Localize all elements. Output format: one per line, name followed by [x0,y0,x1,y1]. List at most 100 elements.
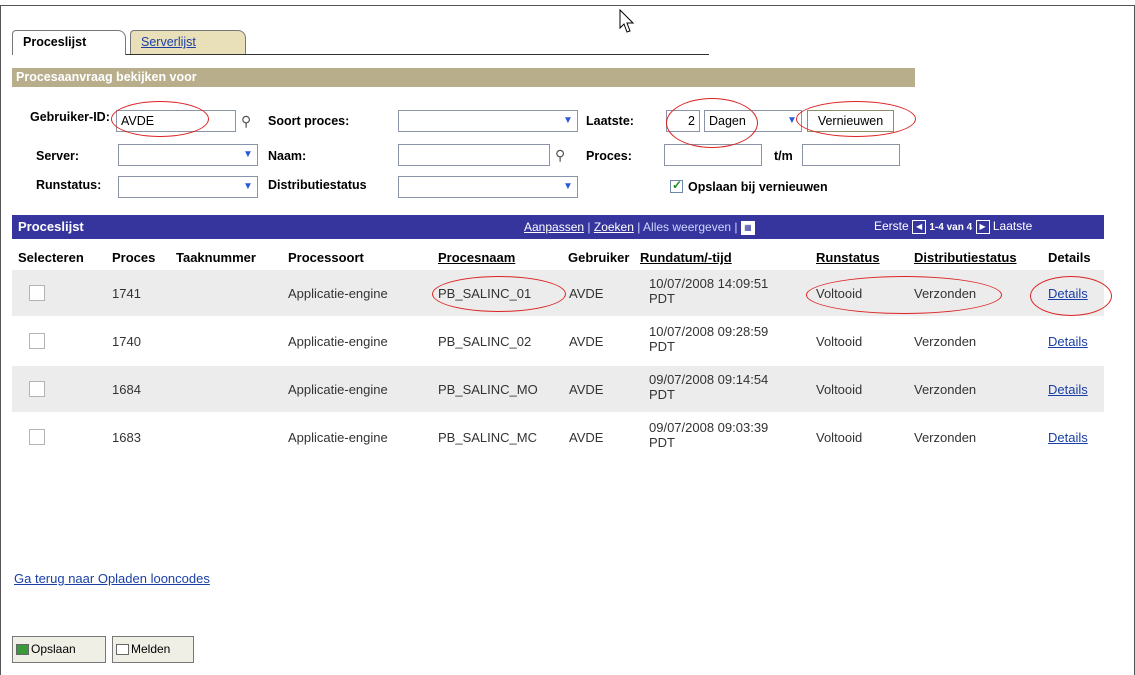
save-button[interactable]: Opslaan [12,636,106,663]
grid-header: Proceslijst Aanpassen | Zoeken | Alles w… [12,215,1104,239]
customize-link[interactable]: Aanpassen [524,220,584,234]
cell-diststatus: Verzonden [914,334,977,349]
process-to-input[interactable] [802,144,900,166]
col-process: Proces [112,250,156,265]
col-details: Details [1048,250,1091,265]
table-row: 1684 Applicatie-engine PB_SALINC_MO AVDE… [12,366,1104,412]
save-icon [16,644,29,656]
user-id-input[interactable]: AVDE [116,110,236,132]
cell-run-datetime: 09/07/2008 09:14:54 PDT [649,372,769,402]
save-label: Opslaan [31,642,76,656]
table-row: 1683 Applicatie-engine PB_SALINC_MC AVDE… [12,414,1104,460]
window-border-left [0,5,1,675]
row-select-checkbox[interactable] [29,333,45,349]
cell-run-datetime: 09/07/2008 09:03:39 PDT [649,420,769,450]
to-label: t/m [774,149,793,163]
details-link[interactable]: Details [1048,286,1088,301]
cell-process-name: PB_SALINC_01 [438,286,532,301]
diststatus-select[interactable]: ▼ [398,176,578,198]
save-on-refresh-checkbox[interactable] [670,178,683,193]
runstatus-label: Runstatus: [36,178,102,192]
server-label: Server: [36,149,80,163]
chevron-down-icon: ▼ [243,181,253,192]
cell-runstatus: Voltooid [816,286,863,301]
prev-page-icon[interactable]: ◀ [912,219,927,234]
row-select-checkbox[interactable] [29,429,45,445]
col-process-name[interactable]: Procesnaam [438,250,515,265]
cell-diststatus: Verzonden [914,382,977,397]
col-user: Gebruiker [568,250,630,265]
save-on-refresh-label: Opslaan bij vernieuwen [688,180,828,194]
cell-process-type: Applicatie-engine [288,382,388,397]
chevron-down-icon: ▼ [563,181,573,192]
cell-process: 1684 [112,382,141,397]
user-id-lookup-icon[interactable]: ⚲ [241,114,255,128]
cell-run-datetime: 10/07/2008 09:28:59 PDT [649,324,769,354]
cell-process-name: PB_SALINC_02 [438,334,532,349]
first-link[interactable]: Eerste [874,219,909,233]
spreadsheet-icon[interactable]: ▦ [740,220,755,235]
mouse-cursor-icon [619,9,635,33]
server-select[interactable]: ▼ [118,144,258,166]
col-diststatus[interactable]: Distributiestatus [914,250,1017,265]
details-link[interactable]: Details [1048,334,1088,349]
process-type-select[interactable]: ▼ [398,110,578,132]
chevron-down-icon: ▼ [787,115,797,126]
runstatus-select[interactable]: ▼ [118,176,258,198]
notify-label: Melden [131,642,171,656]
process-label: Proces: [586,149,632,163]
notify-button[interactable]: Melden [112,636,194,663]
cell-diststatus: Verzonden [914,286,977,301]
notify-icon [116,644,129,656]
chevron-down-icon: ▼ [243,149,253,160]
details-link[interactable]: Details [1048,430,1088,445]
details-link[interactable]: Details [1048,382,1088,397]
process-from-input[interactable] [664,144,762,166]
row-select-checkbox[interactable] [29,381,45,397]
cell-process-type: Applicatie-engine [288,286,388,301]
grid-links: Aanpassen | Zoeken | Alles weergeven | ▦ [524,220,755,235]
cell-user: AVDE [569,430,604,445]
name-label: Naam: [268,149,307,163]
col-run-datetime[interactable]: Rundatum/-tijd [640,250,732,265]
last-days-input[interactable]: 2 [666,110,700,132]
period-unit-value: Dagen [709,114,746,128]
last-label: Laatste: [586,114,634,128]
row-select-checkbox[interactable] [29,285,45,301]
grid-nav: Eerste ◀ 1-4 van 4 ▶ Laatste [874,219,1032,234]
cell-runstatus: Voltooid [816,334,863,349]
process-type-label: Soort proces: [268,114,350,128]
page-range: 1-4 van 4 [929,222,973,233]
tab-serverlijst[interactable]: Serverlijst [130,30,246,54]
cell-runstatus: Voltooid [816,430,863,445]
cell-process: 1740 [112,334,141,349]
cell-user: AVDE [569,382,604,397]
user-id-label: Gebruiker-ID: [30,110,110,124]
section-title: Procesaanvraag bekijken voor [12,68,915,87]
col-process-type: Processoort [288,250,364,265]
cell-user: AVDE [569,286,604,301]
name-lookup-icon[interactable]: ⚲ [555,148,569,162]
refresh-button[interactable]: Vernieuwen [807,110,894,132]
cell-process-type: Applicatie-engine [288,430,388,445]
col-runstatus[interactable]: Runstatus [816,250,880,265]
next-page-icon[interactable]: ▶ [975,219,990,234]
col-select: Selecteren [18,250,84,265]
tab-proceslijst[interactable]: Proceslijst [12,30,126,55]
name-input[interactable] [398,144,550,166]
col-job-number: Taaknummer [176,250,256,265]
cell-user: AVDE [569,334,604,349]
find-link[interactable]: Zoeken [594,220,634,234]
cell-process: 1741 [112,286,141,301]
cell-run-datetime: 10/07/2008 14:09:51 PDT [649,276,769,306]
window-border-top [0,5,1135,6]
chevron-down-icon: ▼ [563,115,573,126]
show-all-link[interactable]: | Alles weergeven | [637,220,737,234]
last-link[interactable]: Laatste [993,219,1032,233]
cell-runstatus: Voltooid [816,382,863,397]
period-unit-select[interactable]: Dagen ▼ [704,110,802,132]
cell-process-type: Applicatie-engine [288,334,388,349]
separator: | [587,220,591,234]
diststatus-label: Distributiestatus [268,178,367,192]
back-link[interactable]: Ga terug naar Opladen looncodes [14,571,210,586]
